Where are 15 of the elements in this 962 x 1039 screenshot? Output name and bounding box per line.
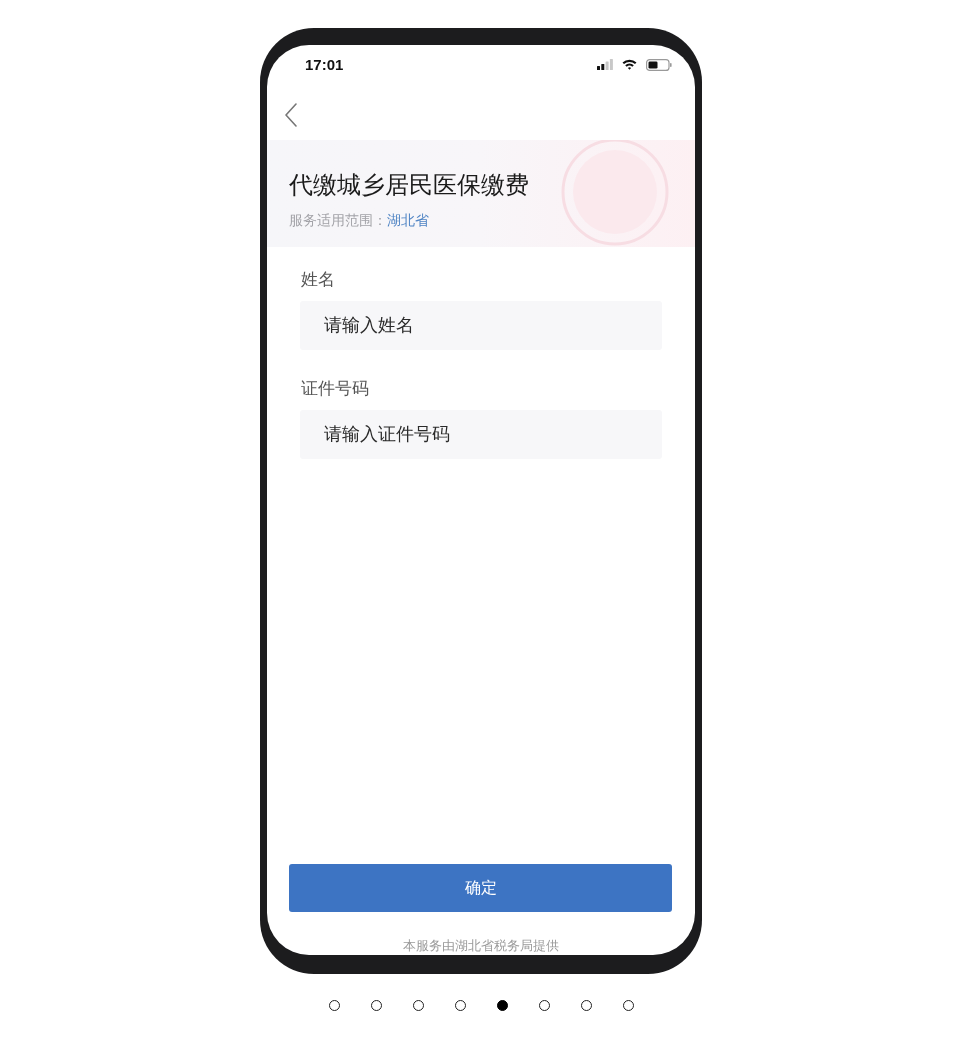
page-title: 代缴城乡居民医保缴费 <box>289 170 530 200</box>
signal-icon <box>597 59 613 70</box>
scope-label: 服务适用范围： <box>289 211 387 230</box>
input-field[interactable]: 请输入证件号码 <box>300 410 662 459</box>
confirm-button[interactable]: 确定 <box>289 864 672 912</box>
scope-value: 湖北省 <box>387 211 429 230</box>
status-time: 17:01 <box>305 57 344 72</box>
footer-text: 本服务由湖北省税务局提供 <box>401 937 560 955</box>
field-label: 姓名 <box>300 269 336 291</box>
wifi-icon <box>622 59 637 70</box>
input-field[interactable]: 请输入姓名 <box>300 301 662 350</box>
back-icon[interactable] <box>285 103 297 127</box>
field-label: 证件号码 <box>300 378 370 400</box>
emblem-decoration-icon <box>559 140 671 247</box>
battery-icon <box>646 58 672 71</box>
